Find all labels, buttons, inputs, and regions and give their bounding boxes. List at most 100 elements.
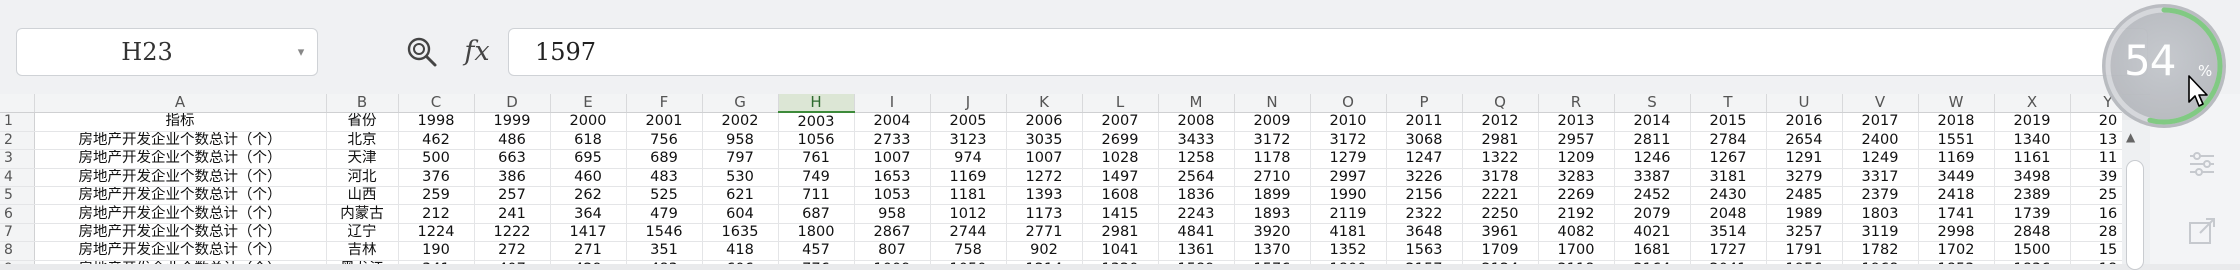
grid-cell[interactable]: 省份 <box>326 112 399 132</box>
grid-cell[interactable]: 1320 <box>1082 260 1159 264</box>
grid-cell[interactable]: 山西 <box>326 186 399 206</box>
grid-cell[interactable]: 958 <box>854 204 931 224</box>
grid-cell[interactable]: 1497 <box>1082 168 1159 187</box>
column-header-d[interactable]: D <box>474 94 551 113</box>
grid-cell[interactable]: 761 <box>778 149 855 169</box>
column-header-v[interactable]: V <box>1842 94 1919 113</box>
grid-cell[interactable]: 18 <box>2070 260 2122 264</box>
select-all-corner[interactable] <box>0 94 35 113</box>
grid-cell[interactable]: 525 <box>626 186 703 206</box>
grid-cell[interactable]: 1291 <box>1766 149 1843 169</box>
open-icon[interactable] <box>2184 214 2220 250</box>
grid-cell[interactable]: 2998 <box>1918 223 1995 243</box>
grid-cell[interactable]: 25 <box>2070 186 2122 206</box>
grid-cell[interactable]: 15 <box>2070 241 2122 261</box>
grid-cell[interactable]: 1246 <box>1614 149 1691 169</box>
grid-cell[interactable]: 341 <box>398 260 475 264</box>
grid-cell[interactable]: 2000 <box>550 112 627 132</box>
grid-cell[interactable]: 604 <box>702 204 779 224</box>
spreadsheet-grid[interactable]: ABCDEFGHIJKLMNOPQRSTUVWXY 1 指标 省份 1998 1999 2… <box>0 94 2122 264</box>
grid-cell[interactable]: 530 <box>702 168 779 187</box>
grid-cell[interactable]: 3920 <box>1234 223 1311 243</box>
grid-cell[interactable]: 2009 <box>1234 112 1311 132</box>
grid-cell[interactable]: 479 <box>626 204 703 224</box>
grid-cell[interactable]: 11 <box>2070 149 2122 169</box>
grid-cell[interactable]: 2016 <box>1766 112 1843 132</box>
fx-icon[interactable]: fx <box>458 32 496 70</box>
grid-cell[interactable]: 756 <box>626 131 703 151</box>
grid-cell[interactable]: 1173 <box>1006 204 1083 224</box>
grid-cell[interactable]: 1741 <box>1918 204 1995 224</box>
grid-cell[interactable]: 1340 <box>1994 131 2071 151</box>
grid-cell[interactable]: 2322 <box>1386 204 1463 224</box>
grid-cell[interactable]: 房地产开发企业个数总计（个） <box>34 149 327 169</box>
grid-cell[interactable]: 807 <box>854 241 931 261</box>
grid-cell[interactable]: 1836 <box>1158 186 1235 206</box>
grid-cell[interactable]: 486 <box>474 131 551 151</box>
grid-cell[interactable]: 1546 <box>626 223 703 243</box>
grid-cell[interactable]: 4021 <box>1614 223 1691 243</box>
row-header[interactable]: 1 <box>0 112 35 132</box>
grid-cell[interactable]: 3283 <box>1538 168 1615 187</box>
row-header[interactable]: 9 <box>0 260 35 264</box>
grid-cell[interactable]: 2006 <box>1006 112 1083 132</box>
grid-cell[interactable]: 1702 <box>1918 241 1995 261</box>
grid-cell[interactable]: 4841 <box>1158 223 1235 243</box>
grid-cell[interactable]: 758 <box>930 241 1007 261</box>
grid-cell[interactable]: 2771 <box>1006 223 1083 243</box>
formula-input[interactable]: 1597 <box>508 28 2148 76</box>
grid-cell[interactable]: 1635 <box>702 223 779 243</box>
grid-cell[interactable]: 1415 <box>1082 204 1159 224</box>
grid-cell[interactable]: 797 <box>702 149 779 169</box>
grid-cell[interactable]: 212 <box>398 204 475 224</box>
grid-cell[interactable]: 2400 <box>1842 131 1919 151</box>
grid-cell[interactable]: 2221 <box>1462 186 1539 206</box>
grid-cell[interactable]: 1009 <box>854 260 931 264</box>
column-header-w[interactable]: W <box>1918 94 1995 113</box>
column-header-k[interactable]: K <box>1006 94 1083 113</box>
grid-cell[interactable]: 1053 <box>854 186 931 206</box>
grid-cell[interactable]: 483 <box>626 260 703 264</box>
grid-cell[interactable]: 3648 <box>1386 223 1463 243</box>
grid-cell[interactable]: 39 <box>2070 168 2122 187</box>
grid-cell[interactable]: 1012 <box>930 204 1007 224</box>
grid-cell[interactable]: 2005 <box>930 112 1007 132</box>
grid-cell[interactable]: 958 <box>702 131 779 151</box>
grid-cell[interactable]: 2192 <box>1538 204 1615 224</box>
grid-cell[interactable]: 902 <box>1006 241 1083 261</box>
grid-cell[interactable]: 2654 <box>1766 131 1843 151</box>
grid-cell[interactable]: 1589 <box>1158 260 1235 264</box>
grid-cell[interactable]: 2156 <box>1386 186 1463 206</box>
grid-cell[interactable]: 2018 <box>1918 112 1995 132</box>
row-header[interactable]: 2 <box>0 131 35 151</box>
grid-cell[interactable]: 1727 <box>1690 241 1767 261</box>
grid-cell[interactable]: 4181 <box>1310 223 1387 243</box>
grid-cell[interactable]: 364 <box>550 204 627 224</box>
column-header-n[interactable]: N <box>1234 94 1311 113</box>
grid-cell[interactable]: 1893 <box>1234 204 1311 224</box>
grid-cell[interactable]: 2048 <box>1690 204 1767 224</box>
grid-cell[interactable]: 2124 <box>1462 260 1539 264</box>
grid-cell[interactable]: 2002 <box>702 112 779 132</box>
column-header-f[interactable]: F <box>626 94 703 113</box>
grid-cell[interactable]: 1576 <box>1234 260 1311 264</box>
grid-cell[interactable]: 1791 <box>1766 241 1843 261</box>
column-header-r[interactable]: R <box>1538 94 1615 113</box>
grid-cell[interactable]: 13 <box>2070 131 2122 151</box>
grid-cell[interactable]: 房地产开发企业个数总计（个） <box>34 131 327 151</box>
grid-cell[interactable]: 1417 <box>550 223 627 243</box>
scroll-thumb[interactable] <box>2126 160 2144 270</box>
grid-cell[interactable]: 2452 <box>1614 186 1691 206</box>
grid-cell[interactable]: 4082 <box>1538 223 1615 243</box>
grid-cell[interactable]: 2164 <box>1614 260 1691 264</box>
grid-cell[interactable]: 3449 <box>1918 168 1995 187</box>
grid-cell[interactable]: 689 <box>626 149 703 169</box>
grid-cell[interactable]: 1169 <box>1918 149 1995 169</box>
grid-cell[interactable]: 1056 <box>778 131 855 151</box>
grid-cell[interactable]: 1222 <box>474 223 551 243</box>
chevron-down-icon[interactable]: ▾ <box>293 45 309 61</box>
grid-cell[interactable]: 1800 <box>778 223 855 243</box>
grid-cell[interactable]: 房地产开发企业个数总计（个） <box>34 260 327 264</box>
grid-cell[interactable]: 1608 <box>1082 186 1159 206</box>
grid-cell[interactable]: 3068 <box>1386 131 1463 151</box>
